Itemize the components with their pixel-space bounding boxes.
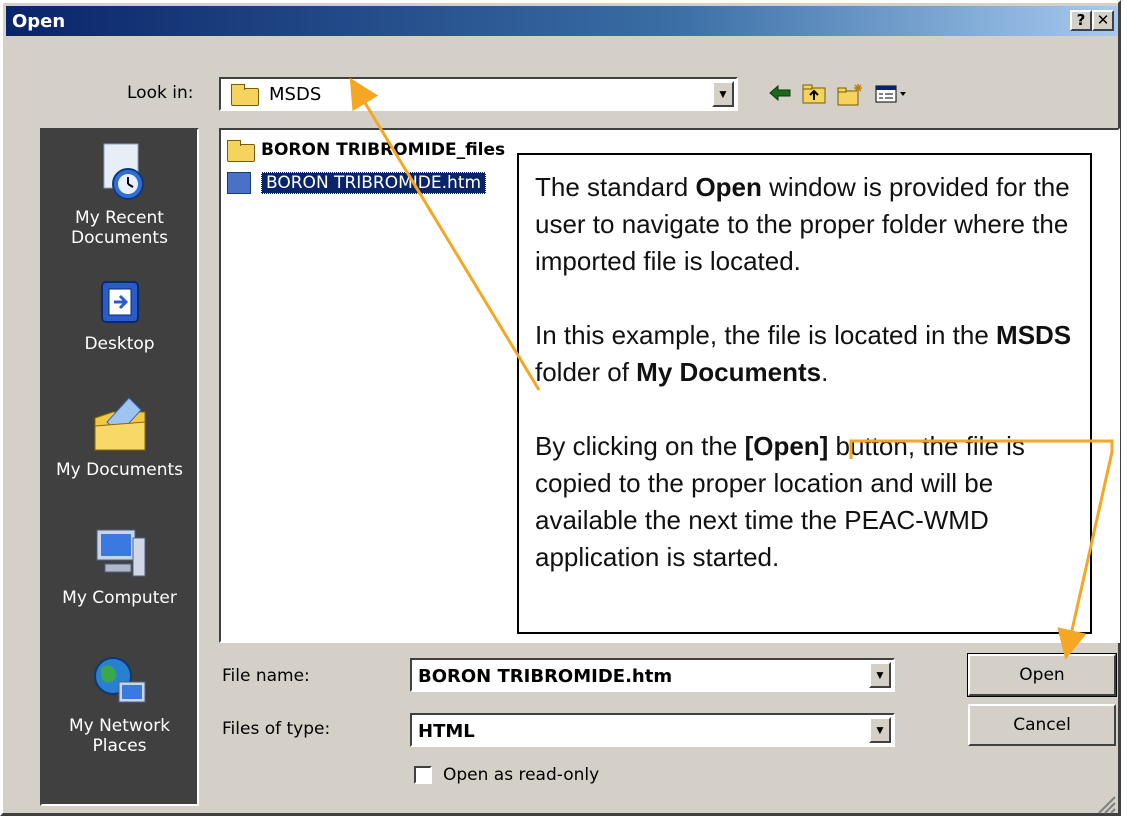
my-computer-icon bbox=[96, 529, 145, 577]
file-name-text: BORON TRIBROMIDE_files bbox=[261, 140, 506, 160]
place-label: My Computer bbox=[62, 588, 177, 608]
place-label: My Recent Documents bbox=[71, 208, 168, 248]
window-title: Open bbox=[12, 11, 66, 32]
file-type-value: HTML bbox=[418, 721, 475, 742]
view-menu-icon[interactable] bbox=[875, 83, 909, 105]
place-recent-documents[interactable]: My Recent Documents bbox=[42, 142, 197, 248]
annotation-callout: The standard Open window is provided for… bbox=[517, 153, 1092, 634]
read-only-checkbox[interactable] bbox=[414, 766, 432, 784]
chevron-down-icon[interactable]: ▼ bbox=[869, 662, 891, 688]
new-folder-icon[interactable] bbox=[837, 83, 865, 107]
desktop-icon bbox=[100, 281, 139, 323]
place-desktop[interactable]: Desktop bbox=[42, 278, 197, 354]
back-arrow-icon[interactable] bbox=[768, 83, 792, 103]
places-bar: My Recent Documents Desktop My Documents bbox=[40, 128, 199, 806]
up-folder-icon[interactable] bbox=[802, 83, 828, 105]
look-in-label: Look in: bbox=[127, 83, 194, 103]
folder-icon bbox=[231, 84, 259, 106]
close-button[interactable]: ✕ bbox=[1092, 10, 1114, 31]
file-type-dropdown[interactable]: HTML ▼ bbox=[410, 713, 895, 747]
title-bar[interactable]: Open ? ✕ bbox=[6, 6, 1118, 36]
chevron-down-icon[interactable]: ▼ bbox=[712, 81, 734, 107]
folder-icon bbox=[227, 140, 255, 162]
chevron-down-icon[interactable]: ▼ bbox=[869, 717, 891, 743]
callout-paragraph: By clicking on the [Open] button, the fi… bbox=[535, 431, 1025, 572]
place-my-documents[interactable]: My Documents bbox=[42, 392, 197, 480]
html-file-icon bbox=[227, 172, 251, 194]
read-only-label[interactable]: Open as read-only bbox=[443, 765, 599, 785]
callout-paragraph: In this example, the file is located in … bbox=[535, 320, 1072, 387]
file-name-field[interactable]: BORON TRIBROMIDE.htm ▼ bbox=[410, 658, 895, 692]
help-button[interactable]: ? bbox=[1070, 10, 1092, 31]
place-label: My Network Places bbox=[68, 716, 171, 756]
open-dialog: Open ? ✕ Look in: MSDS ▼ My Recent Docum… bbox=[0, 0, 1121, 816]
cancel-button[interactable]: Cancel bbox=[968, 704, 1116, 746]
file-type-label: Files of type: bbox=[222, 719, 331, 739]
my-documents-icon bbox=[94, 397, 145, 451]
place-label: My Documents bbox=[55, 460, 184, 480]
place-network-places[interactable]: My Network Places bbox=[42, 652, 197, 756]
open-button[interactable]: Open bbox=[967, 653, 1117, 697]
place-label: Desktop bbox=[84, 334, 155, 354]
callout-paragraph: The standard Open window is provided for… bbox=[535, 172, 1070, 276]
look-in-value: MSDS bbox=[269, 84, 322, 105]
file-name-value: BORON TRIBROMIDE.htm bbox=[418, 666, 673, 687]
network-places-icon bbox=[93, 657, 145, 703]
file-name-label: File name: bbox=[222, 666, 310, 686]
file-name-text: BORON TRIBROMIDE.htm bbox=[261, 172, 487, 194]
look-in-dropdown[interactable]: MSDS ▼ bbox=[219, 77, 738, 111]
resize-grip-icon[interactable] bbox=[1095, 793, 1117, 815]
place-my-computer[interactable]: My Computer bbox=[42, 524, 197, 608]
recent-documents-icon bbox=[103, 143, 144, 200]
